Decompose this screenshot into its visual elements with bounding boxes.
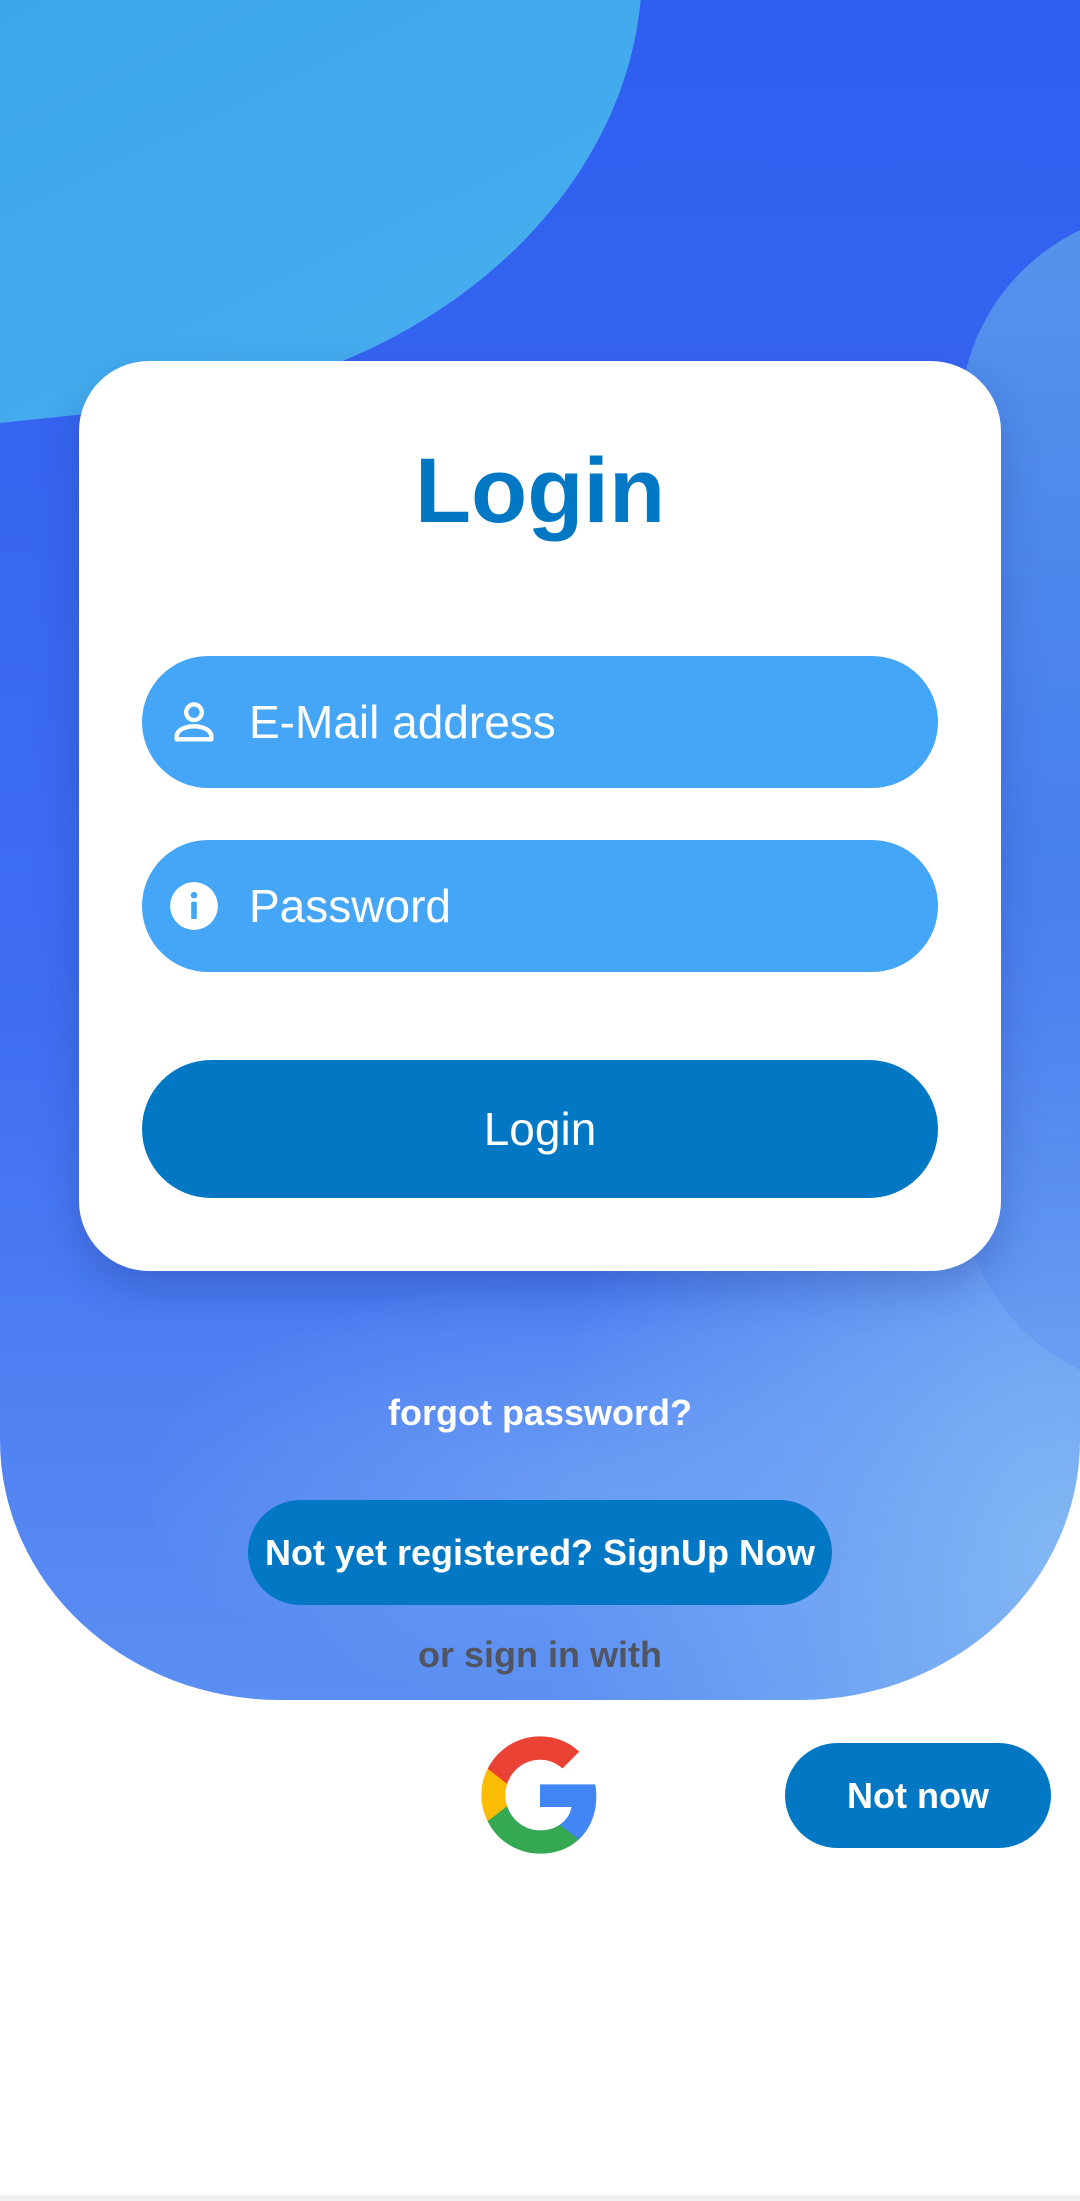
email-field[interactable]: [142, 656, 938, 788]
person-icon: [174, 702, 214, 742]
google-icon: [481, 1736, 597, 1854]
google-sign-in-button[interactable]: [476, 1731, 604, 1859]
not-now-button[interactable]: Not now: [785, 1743, 1051, 1848]
login-card: Login Login: [79, 361, 1001, 1271]
page-title: Login: [414, 440, 666, 542]
info-icon: [170, 882, 218, 930]
email-input[interactable]: [249, 656, 909, 788]
signup-button[interactable]: Not yet registered? SignUp Now: [248, 1500, 832, 1605]
or-sign-in-with-label: or sign in with: [418, 1634, 662, 1675]
forgot-password-link[interactable]: forgot password?: [0, 1392, 1080, 1434]
bottom-divider: [0, 2195, 1080, 2201]
password-field[interactable]: [142, 840, 938, 972]
login-button[interactable]: Login: [142, 1060, 938, 1198]
password-input[interactable]: [249, 840, 909, 972]
